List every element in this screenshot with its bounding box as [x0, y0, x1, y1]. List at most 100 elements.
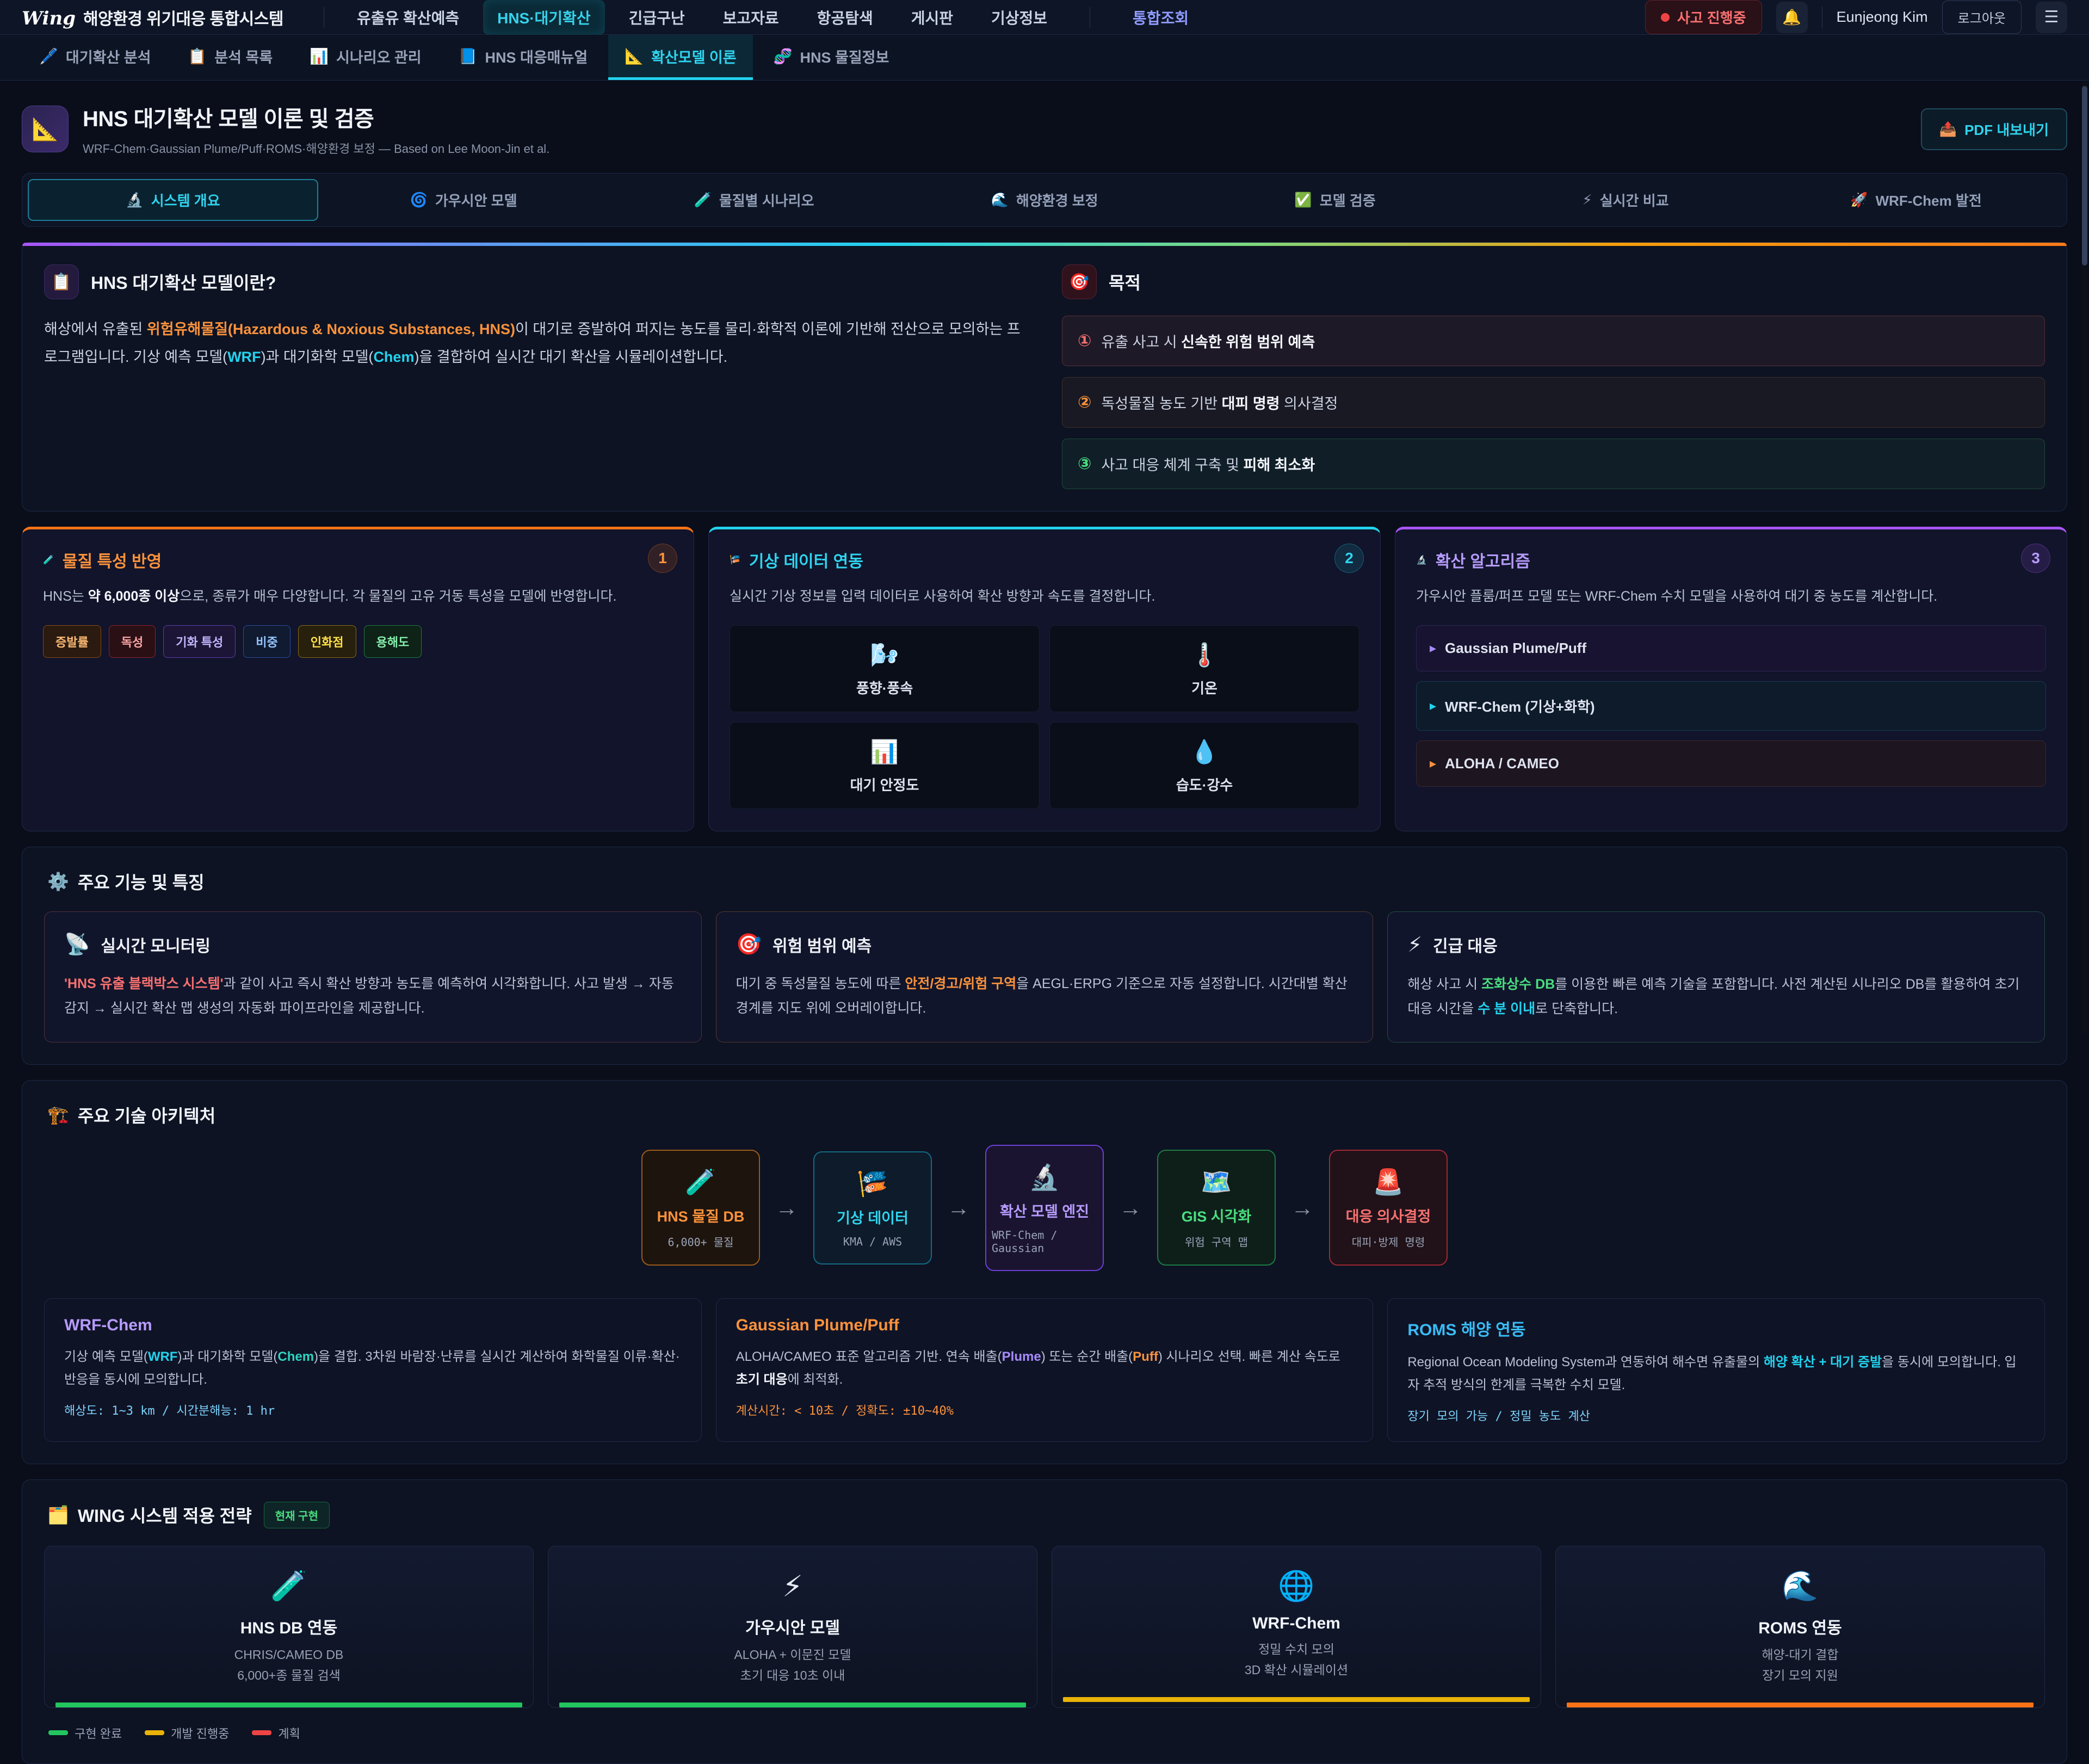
tag-density[interactable]: 비중	[243, 625, 290, 658]
circled-1-icon: ①	[1078, 331, 1091, 350]
hamburger-menu-button[interactable]: ☰	[2036, 2, 2067, 33]
menu-item-air-search[interactable]: 항공탐색	[803, 0, 887, 35]
incident-status-badge[interactable]: 사고 진행중	[1645, 0, 1762, 34]
wing-card-title: ROMS 연동	[1758, 1614, 1842, 1638]
node-title: 대응 의사결정	[1346, 1205, 1431, 1226]
pipeline-node-gis-visualization[interactable]: 🗺️ GIS 시각화 위험 구역 맵	[1157, 1150, 1276, 1266]
feature-text: 대기 중 독성물질 농도에 따른 안전/경고/위험 구역을 AEGL·ERPG …	[736, 972, 1353, 1021]
tab-substance-scenarios[interactable]: 🧪 물질별 시나리오	[609, 179, 899, 221]
progress-bar	[55, 1703, 522, 1707]
logo-title: 해양환경 위기대응 통합시스템	[83, 5, 283, 29]
wing-card-sub: 6,000+종 물질 검색	[237, 1666, 341, 1686]
page-subtitle: WRF-Chem·Gaussian Plume/Puff·ROMS·해양환경 보…	[83, 139, 549, 157]
pipeline-node-hns-db[interactable]: 🧪 HNS 물질 DB 6,000+ 물질	[641, 1150, 760, 1266]
wing-card-roms[interactable]: 🌊 ROMS 연동 해양-대기 결합 장기 모의 지원	[1555, 1546, 2045, 1708]
pdf-export-button[interactable]: 📤 PDF 내보내기	[1921, 108, 2067, 150]
tab-label: 가우시안 모델	[435, 190, 517, 210]
card-number-badge: 3	[2021, 544, 2050, 573]
wing-card-hns-db[interactable]: 🧪 HNS DB 연동 CHRIS/CAMEO DB 6,000+종 물질 검색	[44, 1546, 534, 1708]
tag-solubility[interactable]: 용해도	[364, 625, 422, 658]
weather-data-card: 2 🎏 기상 데이터 연동 실시간 기상 정보를 입력 데이터로 사용하여 확산…	[708, 527, 1381, 831]
wing-card-sub: 정밀 수치 모의	[1258, 1639, 1334, 1660]
what-is-block: 📋 HNS 대기확산 모델이란? 해상에서 유출된 위험유해물질(Hazardo…	[44, 264, 1027, 489]
weather-box-label: 습도·강수	[1176, 774, 1233, 794]
microscope-icon: 🔬	[126, 192, 143, 208]
weather-box-humidity[interactable]: 💧 습도·강수	[1049, 722, 1359, 809]
hns-highlight: 위험유해물질(Hazardous & Noxious Substances, H…	[147, 321, 515, 337]
menu-item-oil-spill[interactable]: 유출유 확산예측	[343, 0, 473, 35]
menu-item-board[interactable]: 게시판	[897, 0, 967, 35]
pipeline-node-weather-data[interactable]: 🎏 기상 데이터 KMA / AWS	[813, 1151, 932, 1265]
wing-card-sub: ALOHA + 이문진 모델	[734, 1645, 851, 1666]
realtime-monitoring-card: 📡 실시간 모니터링 'HNS 유출 블랙박스 시스템'과 같이 사고 즉시 확…	[44, 911, 702, 1043]
wing-cards-grid: 🧪 HNS DB 연동 CHRIS/CAMEO DB 6,000+종 물질 검색…	[44, 1546, 2045, 1708]
weather-box-temperature[interactable]: 🌡️ 기온	[1049, 625, 1359, 712]
pillar-cards-row: 1 🧪 물질 특성 반영 HNS는 약 6,000종 이상으로, 종류가 매우 …	[22, 527, 2067, 831]
logout-button[interactable]: 로그아웃	[1942, 1, 2022, 34]
tag-toxicity[interactable]: 독성	[109, 625, 156, 658]
wing-card-gaussian[interactable]: ⚡ 가우시안 모델 ALOHA + 이문진 모델 초기 대응 10초 이내	[548, 1546, 1037, 1708]
algo-aloha-cameo[interactable]: ▸ ALOHA / CAMEO	[1416, 741, 2046, 787]
subnav-item-hns-manual[interactable]: 📘 HNS 대응매뉴얼	[442, 35, 604, 80]
wing-card-sub: CHRIS/CAMEO DB	[234, 1645, 344, 1666]
feature-header: ⚡ 긴급 대응	[1407, 933, 2025, 957]
arrow-icon: ▸	[1430, 698, 1436, 714]
app-logo[interactable]: Wing 해양환경 위기대응 통합시스템	[22, 5, 283, 29]
flow-arrow-icon: →	[1119, 1195, 1142, 1221]
flags-icon: 🎏	[857, 1169, 888, 1199]
model-detail-grid: WRF-Chem 기상 예측 모델(WRF)과 대기화학 모델(Chem)을 결…	[44, 1298, 2045, 1442]
subnav-item-analysis[interactable]: 🖊️ 대기확산 분석	[23, 35, 167, 80]
arrow-icon: ▸	[1430, 640, 1436, 656]
main-content: 📐 HNS 대기확산 모델 이론 및 검증 WRF-Chem·Gaussian …	[0, 81, 2089, 1764]
wing-heading: 🗂️ WING 시스템 적용 전략 현재 구현	[47, 1502, 2045, 1528]
dispersion-algorithm-card: 3 🔬 확산 알고리즘 가우시안 플룸/퍼프 모델 또는 WRF-Chem 수치…	[1395, 527, 2067, 831]
subnav-label: 대기확산 분석	[66, 46, 151, 67]
progress-bar	[1063, 1697, 1530, 1702]
export-icon: 📤	[1939, 121, 1957, 138]
subnav-item-model-theory[interactable]: 📐 확산모델 이론	[608, 35, 752, 80]
substance-properties-card: 1 🧪 물질 특성 반영 HNS는 약 6,000종 이상으로, 종류가 매우 …	[22, 527, 694, 831]
user-name: Eunjeong Kim	[1837, 9, 1928, 26]
incident-dot-icon	[1661, 13, 1670, 22]
tag-flash-point[interactable]: 인화점	[298, 625, 356, 658]
tab-realtime-comparison[interactable]: ⚡ 실시간 비교	[1480, 179, 1771, 221]
weather-box-stability[interactable]: 📊 대기 안정도	[730, 722, 1040, 809]
menu-item-reports[interactable]: 보고자료	[709, 0, 793, 35]
subnav-item-analysis-list[interactable]: 📋 분석 목록	[171, 35, 289, 80]
subnav-item-hns-substance-info[interactable]: 🧬 HNS 물질정보	[757, 35, 906, 80]
architecture-section: 🏗️ 주요 기술 아키텍처 🧪 HNS 물질 DB 6,000+ 물질 → 🎏 …	[22, 1080, 2067, 1464]
algo-gaussian-plume-puff[interactable]: ▸ Gaussian Plume/Puff	[1416, 625, 2046, 671]
tab-wrf-chem-evolution[interactable]: 🚀 WRF-Chem 발전	[1771, 179, 2061, 221]
menu-item-hns-dispersion[interactable]: HNS·대기확산	[483, 0, 604, 35]
main-menu: 유출유 확산예측 HNS·대기확산 긴급구난 보고자료 항공탐색 게시판 기상정…	[343, 0, 1203, 35]
circled-3-icon: ③	[1078, 454, 1091, 473]
menu-item-rescue[interactable]: 긴급구난	[615, 0, 699, 35]
page-scrollbar[interactable]	[2082, 82, 2087, 1034]
tab-gaussian-model[interactable]: 🌀 가우시안 모델	[318, 179, 609, 221]
weather-box-wind[interactable]: 🌬️ 풍향·풍속	[730, 625, 1040, 712]
features-title: 주요 기능 및 특징	[78, 869, 205, 894]
subnav-item-scenario-mgmt[interactable]: 📊 시나리오 관리	[293, 35, 437, 80]
target-icon: 🎯	[1062, 264, 1097, 299]
node-title: GIS 시각화	[1182, 1205, 1252, 1226]
tab-model-validation[interactable]: ✅ 모델 검증	[1190, 179, 1480, 221]
wave-icon: 🌊	[1782, 1569, 1818, 1603]
menu-item-weather[interactable]: 기상정보	[977, 0, 1061, 35]
arrow-icon: ▸	[1430, 756, 1436, 772]
wing-card-wrf-chem[interactable]: 🌐 WRF-Chem 정밀 수치 모의 3D 확산 시뮬레이션	[1052, 1546, 1541, 1708]
algo-wrf-chem[interactable]: ▸ WRF-Chem (기상+화학)	[1416, 681, 2046, 731]
topnav-right: 사고 진행중 🔔 Eunjeong Kim 로그아웃 ☰	[1645, 0, 2067, 34]
menu-item-integrated-search[interactable]: 통합조회	[1118, 0, 1203, 35]
tab-ocean-correction[interactable]: 🌊 해양환경 보정	[899, 179, 1190, 221]
lightning-icon: ⚡	[1582, 192, 1592, 208]
scrollbar-thumb[interactable]	[2082, 86, 2087, 266]
notifications-button[interactable]: 🔔	[1776, 2, 1808, 33]
node-subtitle: WRF-Chem / Gaussian	[992, 1229, 1097, 1255]
legend-label: 계획	[278, 1724, 300, 1742]
tag-evaporation[interactable]: 증발률	[43, 625, 101, 658]
card-index-icon: 🗂️	[47, 1504, 69, 1525]
tag-vaporization[interactable]: 기화 특성	[163, 625, 236, 658]
pipeline-node-model-engine[interactable]: 🔬 확산 모델 엔진 WRF-Chem / Gaussian	[985, 1145, 1104, 1271]
tab-system-overview[interactable]: 🔬 시스템 개요	[28, 179, 318, 221]
pipeline-node-decision[interactable]: 🚨 대응 의사결정 대피·방제 명령	[1329, 1150, 1448, 1266]
